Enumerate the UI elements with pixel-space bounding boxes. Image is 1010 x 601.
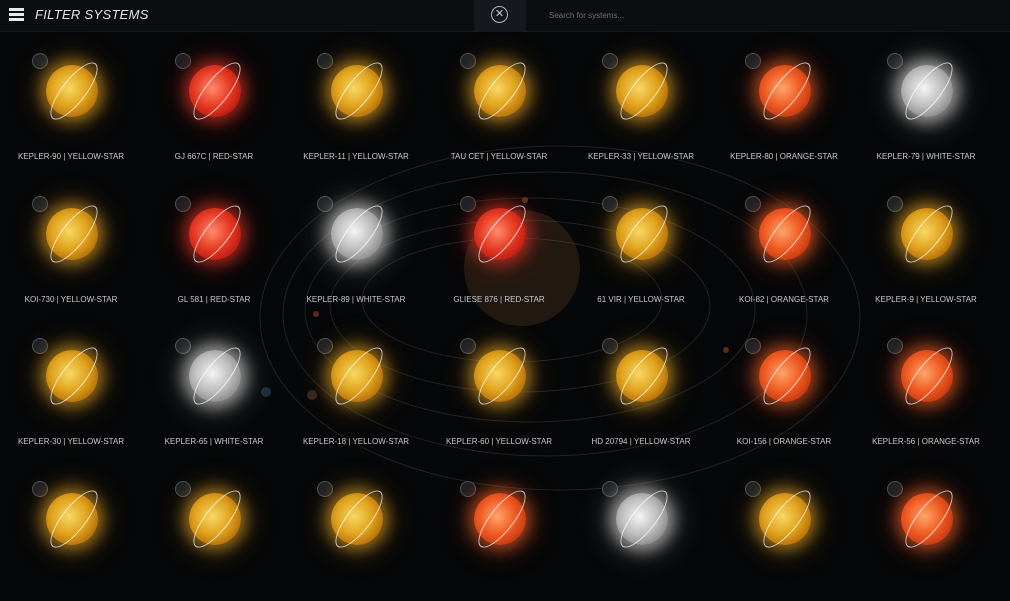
select-checkbox[interactable]	[317, 338, 333, 354]
system-label: HD 20794 | YELLOW-STAR	[591, 437, 691, 446]
select-checkbox[interactable]	[32, 481, 48, 497]
systems-grid: KEPLER-90 | YELLOW-STAR GJ 667C | RED-STA…	[0, 31, 1010, 554]
system-label: KEPLER-60 | YELLOW-STAR	[445, 437, 553, 446]
system-label: KOI-82 | ORANGE-STAR	[739, 295, 829, 304]
select-checkbox[interactable]	[745, 481, 761, 497]
select-checkbox[interactable]	[175, 196, 191, 212]
system-label: GL 581 | RED-STAR	[177, 295, 251, 304]
select-checkbox[interactable]	[602, 53, 618, 69]
system-label: KEPLER-79 | WHITE-STAR	[876, 152, 976, 161]
system-label: TAU CET | YELLOW-STAR	[450, 152, 548, 161]
system-label: KOI-156 | ORANGE-STAR	[736, 437, 832, 446]
system-card[interactable]: KEPLER-80 | ORANGE-STAR	[713, 31, 855, 173]
select-checkbox[interactable]	[32, 196, 48, 212]
select-checkbox[interactable]	[175, 338, 191, 354]
system-card[interactable]	[713, 459, 855, 601]
select-checkbox[interactable]	[460, 338, 476, 354]
system-label: KEPLER-30 | YELLOW-STAR	[17, 437, 125, 446]
select-checkbox[interactable]	[887, 53, 903, 69]
system-card[interactable]: KEPLER-18 | YELLOW-STAR	[285, 316, 427, 458]
system-card[interactable]	[0, 459, 142, 601]
system-card[interactable]: TAU CET | YELLOW-STAR	[428, 31, 570, 173]
system-card[interactable]: KOI-82 | ORANGE-STAR	[713, 174, 855, 316]
system-label: KEPLER-18 | YELLOW-STAR	[302, 437, 410, 446]
select-checkbox[interactable]	[602, 196, 618, 212]
select-checkbox[interactable]	[460, 481, 476, 497]
system-card[interactable]: KEPLER-79 | WHITE-STAR	[855, 31, 997, 173]
select-checkbox[interactable]	[317, 53, 333, 69]
system-label: KEPLER-9 | YELLOW-STAR	[875, 295, 977, 304]
system-label: KEPLER-65 | WHITE-STAR	[164, 437, 264, 446]
system-card[interactable]: KEPLER-9 | YELLOW-STAR	[855, 174, 997, 316]
select-checkbox[interactable]	[317, 481, 333, 497]
close-icon[interactable]: ✕	[491, 6, 508, 23]
select-checkbox[interactable]	[460, 53, 476, 69]
system-card[interactable]	[143, 459, 285, 601]
system-card[interactable]	[855, 459, 997, 601]
system-card[interactable]	[285, 459, 427, 601]
system-card[interactable]: KEPLER-89 | WHITE-STAR	[285, 174, 427, 316]
select-checkbox[interactable]	[602, 338, 618, 354]
system-card[interactable]: KEPLER-33 | YELLOW-STAR	[570, 31, 712, 173]
menu-icon[interactable]	[9, 8, 24, 21]
system-card[interactable]: GJ 667C | RED-STAR	[143, 31, 285, 173]
system-card[interactable]: KOI-156 | ORANGE-STAR	[713, 316, 855, 458]
system-label: KEPLER-90 | YELLOW-STAR	[17, 152, 125, 161]
system-card[interactable]: KEPLER-60 | YELLOW-STAR	[428, 316, 570, 458]
system-card[interactable]: KEPLER-30 | YELLOW-STAR	[0, 316, 142, 458]
select-checkbox[interactable]	[887, 338, 903, 354]
system-card[interactable]: HD 20794 | YELLOW-STAR	[570, 316, 712, 458]
system-card[interactable]: GL 581 | RED-STAR	[143, 174, 285, 316]
select-checkbox[interactable]	[317, 196, 333, 212]
system-card[interactable]	[570, 459, 712, 601]
system-label: GLIESE 876 | RED-STAR	[453, 295, 545, 304]
select-checkbox[interactable]	[745, 53, 761, 69]
select-checkbox[interactable]	[175, 481, 191, 497]
select-checkbox[interactable]	[602, 481, 618, 497]
select-checkbox[interactable]	[887, 196, 903, 212]
system-card[interactable]: KEPLER-11 | YELLOW-STAR	[285, 31, 427, 173]
select-checkbox[interactable]	[460, 196, 476, 212]
system-card[interactable]: KOI-730 | YELLOW-STAR	[0, 174, 142, 316]
system-card[interactable]: KEPLER-56 | ORANGE-STAR	[855, 316, 997, 458]
system-label: KEPLER-56 | ORANGE-STAR	[872, 437, 980, 446]
system-card[interactable]: 61 VIR | YELLOW-STAR	[570, 174, 712, 316]
system-label: KEPLER-33 | YELLOW-STAR	[587, 152, 695, 161]
system-card[interactable]	[428, 459, 570, 601]
select-checkbox[interactable]	[175, 53, 191, 69]
system-label: GJ 667C | RED-STAR	[174, 152, 254, 161]
system-card[interactable]: KEPLER-90 | YELLOW-STAR	[0, 31, 142, 173]
system-label: 61 VIR | YELLOW-STAR	[597, 295, 685, 304]
top-bar: FILTER SYSTEMS ✕	[0, 0, 1010, 32]
select-checkbox[interactable]	[32, 338, 48, 354]
system-card[interactable]: GLIESE 876 | RED-STAR	[428, 174, 570, 316]
select-checkbox[interactable]	[887, 481, 903, 497]
select-checkbox[interactable]	[745, 196, 761, 212]
system-label: KEPLER-89 | WHITE-STAR	[306, 295, 406, 304]
system-label: KEPLER-11 | YELLOW-STAR	[303, 152, 409, 161]
select-checkbox[interactable]	[745, 338, 761, 354]
system-label: KEPLER-80 | ORANGE-STAR	[730, 152, 838, 161]
page-title: FILTER SYSTEMS	[35, 7, 149, 22]
select-checkbox[interactable]	[32, 53, 48, 69]
search-input[interactable]	[527, 5, 1010, 25]
system-card[interactable]: KEPLER-65 | WHITE-STAR	[143, 316, 285, 458]
system-label: KOI-730 | YELLOW-STAR	[24, 295, 118, 304]
